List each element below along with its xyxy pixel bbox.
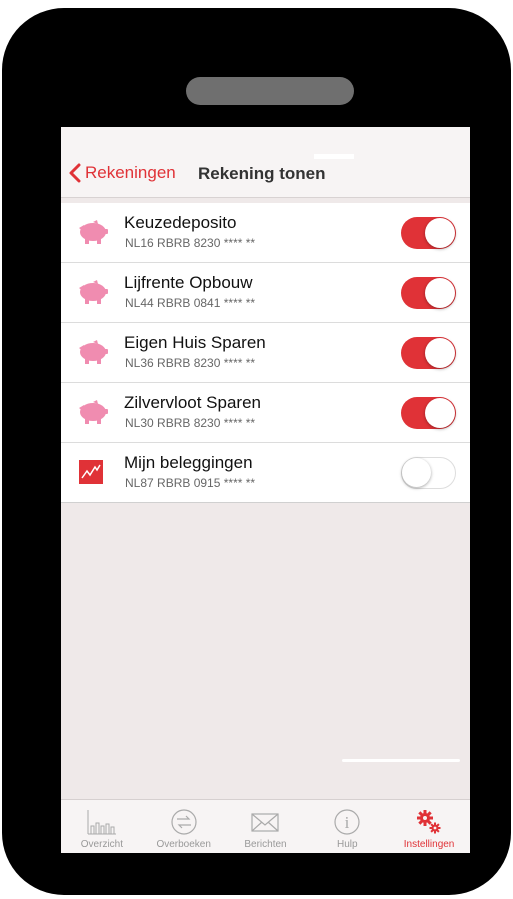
tab-label: Berichten	[244, 839, 287, 850]
investment-chart-icon	[79, 460, 103, 484]
page-title: Rekening tonen	[198, 164, 326, 183]
account-list: Keuzedeposito NL16 RBRB 8230 **** ** Lij…	[61, 203, 470, 503]
bar-chart-icon	[87, 810, 116, 835]
account-name: Zilvervloot Sparen	[124, 393, 262, 412]
toggle-knob	[425, 278, 455, 308]
piggy-bank-icon	[79, 280, 108, 304]
account-iban: NL44 RBRB 0841 **** **	[125, 296, 256, 310]
chevron-left-icon	[69, 163, 81, 183]
tab-hulp[interactable]: i Hulp	[306, 800, 388, 853]
piggy-bank-icon	[79, 220, 108, 244]
tab-overzicht[interactable]: Overzicht	[61, 800, 143, 853]
tab-label: Hulp	[337, 839, 358, 850]
account-row: Lijfrente Opbouw NL44 RBRB 0841 **** **	[61, 263, 470, 323]
account-row: Eigen Huis Sparen NL36 RBRB 8230 **** **	[61, 323, 470, 383]
toggle-knob	[425, 218, 455, 248]
envelope-icon	[251, 813, 280, 832]
visibility-toggle[interactable]	[401, 217, 456, 249]
toggle-knob	[425, 398, 455, 428]
piggy-bank-icon	[79, 400, 108, 424]
visibility-toggle[interactable]	[401, 277, 456, 309]
app-screen: Rekeningen Rekening tonen Keuzedeposito …	[61, 127, 470, 853]
tab-instellingen[interactable]: Instellingen	[388, 800, 470, 853]
toggle-knob	[402, 458, 431, 487]
back-button[interactable]: Rekeningen	[69, 163, 176, 183]
toggle-knob	[425, 338, 455, 368]
status-indicator	[314, 154, 354, 159]
account-row: Zilvervloot Sparen NL30 RBRB 8230 **** *…	[61, 383, 470, 443]
tab-overboeken[interactable]: Overboeken	[143, 800, 225, 853]
gears-icon	[417, 810, 441, 834]
account-iban: NL36 RBRB 8230 **** **	[125, 356, 256, 370]
account-iban: NL30 RBRB 8230 **** **	[125, 416, 256, 430]
navigation-bar: Rekeningen Rekening tonen	[61, 127, 470, 198]
account-iban: NL87 RBRB 0915 **** **	[125, 476, 256, 490]
visibility-toggle[interactable]	[401, 337, 456, 369]
account-row: Mijn beleggingen NL87 RBRB 0915 **** **	[61, 443, 470, 503]
visibility-toggle[interactable]	[401, 457, 456, 489]
tab-label: Instellingen	[403, 839, 455, 850]
account-name: Eigen Huis Sparen	[124, 333, 266, 352]
tab-label: Overboeken	[156, 839, 211, 850]
tab-bar: Overzicht Overboeken Berichten i Hulp In…	[61, 799, 470, 853]
account-iban: NL16 RBRB 8230 **** **	[125, 236, 256, 250]
account-row: Keuzedeposito NL16 RBRB 8230 **** **	[61, 203, 470, 263]
phone-speaker	[186, 77, 354, 105]
transfer-icon	[171, 809, 197, 835]
info-icon: i	[334, 809, 360, 835]
back-label: Rekeningen	[85, 163, 176, 182]
account-name: Lijfrente Opbouw	[124, 273, 253, 292]
visibility-toggle[interactable]	[401, 397, 456, 429]
svg-text:i: i	[345, 813, 350, 832]
account-name: Mijn beleggingen	[124, 453, 253, 472]
account-name: Keuzedeposito	[124, 213, 237, 232]
tab-berichten[interactable]: Berichten	[225, 800, 307, 853]
piggy-bank-icon	[79, 340, 108, 364]
tab-label: Overzicht	[80, 839, 124, 850]
home-indicator	[342, 759, 460, 762]
